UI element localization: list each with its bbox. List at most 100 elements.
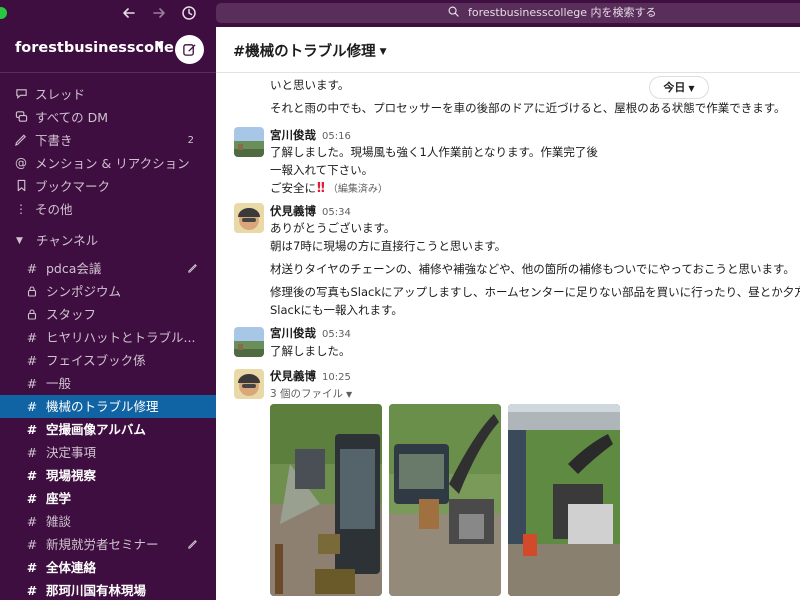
channel-label: 座学 (46, 491, 72, 506)
forward-arrow-icon[interactable] (148, 3, 170, 23)
more-icon: ⋮ (15, 202, 27, 216)
photo-attachment-3[interactable] (508, 404, 620, 596)
avatar[interactable] (234, 369, 264, 399)
channel-label: 新規就労者セミナー (46, 537, 159, 552)
message-author[interactable]: 宮川俊哉 05:16 (270, 127, 351, 143)
message-time[interactable]: 05:34 (322, 329, 351, 340)
channel-title: 機械のトラブル修理 (245, 44, 376, 60)
channel-label: 空撮画像アルバム (46, 422, 146, 437)
message-text: 了解しました。現場風も強く1人作業前となります。作業完了後 (270, 145, 598, 159)
channel-item[interactable]: シンポジウム (0, 280, 216, 303)
avatar[interactable] (234, 327, 264, 357)
message-text: ご安全に (270, 181, 316, 195)
dm-icon (13, 106, 29, 129)
photo-attachment-2[interactable] (389, 404, 501, 596)
workspace-header[interactable]: forestbusinesscolle... ▼ (0, 27, 216, 73)
lock-icon (26, 303, 38, 326)
hash-icon: # (26, 353, 38, 368)
channel-label: 那珂川国有林現場 (46, 583, 147, 598)
channel-item[interactable]: # フェイスブック係 (0, 349, 216, 372)
hash-icon: # (26, 376, 38, 391)
hash-icon: # (26, 261, 38, 276)
channel-item[interactable]: # 座学 (0, 487, 216, 510)
photo-attachment-1[interactable] (270, 404, 382, 596)
nav-item-threads[interactable]: スレッド (0, 83, 216, 106)
compose-icon (183, 44, 196, 56)
message-text: 修理後の写真もSlackにアップしますし、ホームセンターに足りない部品を買いに行… (270, 285, 800, 299)
hash-icon: # (26, 330, 38, 345)
message-text: Slackにも一報入れます。 (270, 303, 403, 317)
message-text: 材送りタイヤのチェーンの、補修や補強などや、他の箇所の補修もついでにやっておこう… (270, 262, 795, 276)
author-name: 伏見義博 (270, 369, 316, 383)
nav-item-label: メンション & リアクション (35, 156, 190, 171)
nav-item-label: 下書き (35, 133, 73, 148)
message-time[interactable]: 10:25 (322, 372, 351, 383)
channel-label: ヒヤリハットとトラブル... (46, 330, 196, 345)
channel-item[interactable]: スタッフ (0, 303, 216, 326)
message-time[interactable]: 05:34 (322, 207, 351, 218)
date-label: 今日 (663, 81, 686, 94)
hash-icon: # (26, 445, 38, 460)
channel-item[interactable]: # 雑談 (0, 510, 216, 533)
channel-item[interactable]: # 空撮画像アルバム (0, 418, 216, 441)
workspace-name[interactable]: forestbusinesscolle... (15, 40, 190, 56)
nav-list: スレッド すべての DM 下書き 2 @ メンション & リアクション ブックマ… (0, 83, 216, 221)
message-text: ありがとうございます。 (270, 221, 396, 235)
channel-item[interactable]: # ヒヤリハットとトラブル... (0, 326, 216, 349)
channel-item[interactable]: # pdca会議 (0, 257, 216, 280)
back-arrow-icon[interactable] (118, 3, 140, 23)
channel-item-active[interactable]: # 機械のトラブル修理 (0, 395, 216, 418)
channel-item[interactable]: # 決定事項 (0, 441, 216, 464)
nav-item-dms[interactable]: すべての DM (0, 106, 216, 129)
history-clock-icon[interactable] (178, 3, 200, 23)
drafts-icon (13, 129, 29, 152)
title-bar: forestbusinesscollege 内を検索する (0, 0, 800, 27)
channel-label: 一般 (46, 376, 72, 391)
channel-label: スタッフ (46, 307, 97, 322)
message-author[interactable]: 伏見義博 05:34 (270, 203, 351, 219)
hash-icon: # (26, 583, 38, 598)
hash-icon: # (26, 491, 38, 506)
channel-item[interactable]: # 現場視察 (0, 464, 216, 487)
channel-item[interactable]: # 一般 (0, 372, 216, 395)
nav-item-label: その他 (35, 202, 73, 217)
draft-pencil-icon (187, 533, 198, 556)
channels-section-header[interactable]: ▼ チャンネル (0, 229, 216, 253)
channel-item[interactable]: # 全体連絡 (0, 556, 216, 579)
chevron-down-icon: ▼ (379, 47, 387, 57)
nav-item-mentions[interactable]: @ メンション & リアクション (0, 152, 216, 175)
hash-icon: # (26, 560, 38, 575)
message-time[interactable]: 05:16 (322, 131, 351, 142)
message-author[interactable]: 宮川俊哉 05:34 (270, 325, 351, 341)
avatar[interactable] (234, 203, 264, 233)
search-icon (448, 6, 459, 17)
message-text: 一報入れて下さい。 (270, 163, 374, 177)
hash-icon: # (26, 537, 38, 552)
window-control-green[interactable] (0, 7, 7, 19)
channel-item[interactable]: # 新規就労者セミナー (0, 533, 216, 556)
date-divider-button[interactable]: 今日 ▼ (649, 76, 709, 99)
channel-label: 機械のトラブル修理 (46, 399, 159, 414)
files-toggle[interactable]: 3 個のファイル ▼ (270, 386, 352, 401)
channel-title-button[interactable]: #機械のトラブル修理 ▼ (233, 40, 387, 61)
channel-label: フェイスブック係 (46, 353, 146, 368)
search-bar[interactable]: forestbusinesscollege 内を検索する (216, 3, 800, 23)
chevron-down-icon[interactable]: ▼ (156, 40, 164, 51)
sidebar: forestbusinesscolle... ▼ スレッド すべての DM 下書… (0, 27, 216, 600)
nav-item-drafts[interactable]: 下書き 2 (0, 129, 216, 152)
compose-button[interactable] (175, 35, 204, 64)
nav-item-label: ブックマーク (35, 179, 111, 194)
message-author[interactable]: 伏見義博 10:25 (270, 368, 351, 384)
author-name: 宮川俊哉 (270, 326, 316, 340)
message-text: いと思います。 (270, 78, 350, 92)
channel-label: 決定事項 (46, 445, 97, 460)
bookmark-icon (13, 175, 29, 198)
edited-label: （編集済み） (327, 184, 388, 195)
channel-item[interactable]: # 那珂川国有林現場 (0, 579, 216, 600)
channel-label: 現場視察 (46, 468, 97, 483)
channel-label: pdca会議 (46, 261, 102, 276)
nav-item-bookmarks[interactable]: ブックマーク (0, 175, 216, 198)
nav-item-more[interactable]: ⋮ その他 (0, 198, 216, 221)
avatar[interactable] (234, 127, 264, 157)
message-text: それと雨の中でも、プロセッサーを車の後部のドアに近づけると、屋根のある状態で作業… (270, 101, 786, 115)
